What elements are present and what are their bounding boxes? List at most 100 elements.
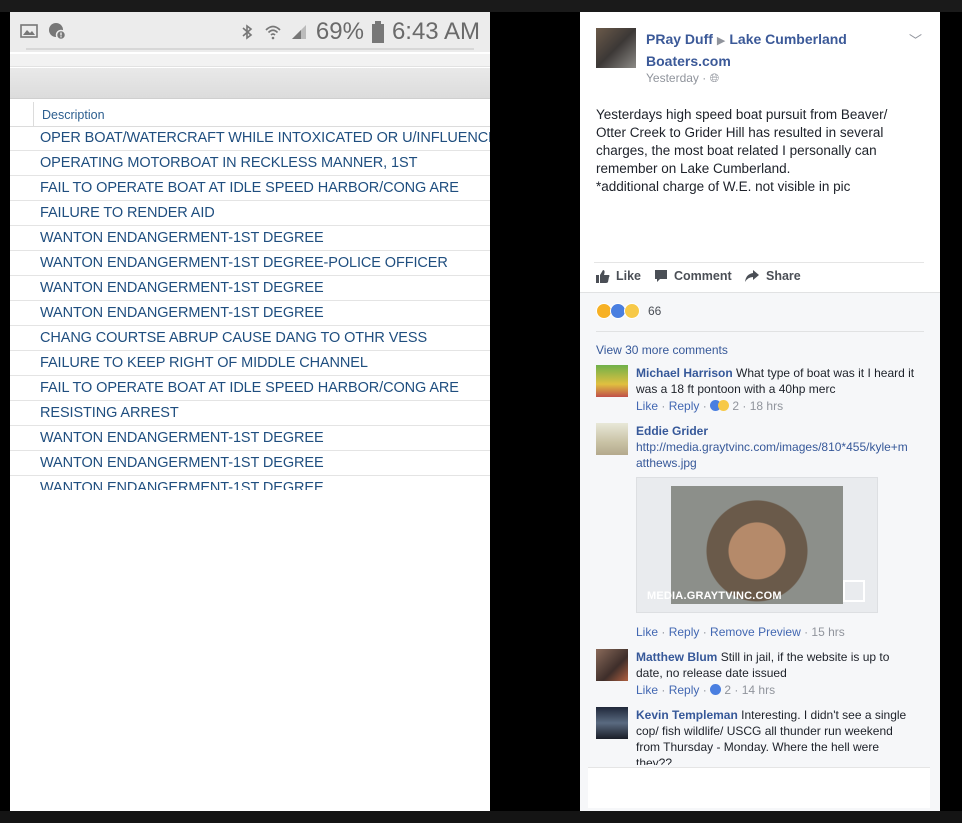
wifi-icon [265, 25, 281, 40]
post-timestamp: Yesterday · 🌐︎ [646, 71, 719, 86]
table-row[interactable]: CHANG COURTSE ABRUP CAUSE DANG TO OTHR V… [10, 326, 490, 351]
table-row[interactable]: WANTON ENDANGERMENT-1ST DEGREE [10, 476, 490, 490]
link-preview-caption: MEDIA.GRAYTVINC.COM [647, 590, 782, 602]
author-name[interactable]: PRay Duff [646, 31, 713, 47]
battery-icon [371, 21, 384, 43]
chevron-down-icon[interactable]: ﹀ [909, 30, 922, 49]
table-row[interactable]: FAIL TO OPERATE BOAT AT IDLE SPEED HARBO… [10, 376, 490, 401]
charge-description: FAILURE TO RENDER AID [40, 205, 215, 221]
view-more-comments-link[interactable]: View 30 more comments [596, 343, 728, 357]
comment-meta: Like · Reply · 2 · 14 hrs [636, 683, 776, 697]
commenter-avatar[interactable] [596, 365, 628, 397]
post-text-line: *additional charge of W.E. not visible i… [596, 179, 851, 194]
table-row[interactable]: OPER BOAT/WATERCRAFT WHILE INTOXICATED O… [10, 126, 490, 151]
comment-reaction-count[interactable]: 2 [732, 399, 739, 413]
post-text-line: charges, the most boat related I persona… [596, 143, 877, 158]
comment-like-link[interactable]: Like [636, 625, 658, 639]
open-link-icon[interactable] [843, 580, 865, 602]
share-label: Share [766, 269, 801, 283]
phone-screenshot: 69% 6:43 AM Description OPER BOAT/WATERC… [10, 12, 490, 812]
author-avatar[interactable] [596, 28, 636, 68]
post-text: Yesterdays high speed boat pursuit from … [596, 106, 914, 196]
commenter-name[interactable]: Eddie Grider [636, 423, 916, 439]
status-progress-line [26, 48, 474, 50]
charge-description: WANTON ENDANGERMENT-1ST DEGREE [40, 280, 324, 296]
charges-table: OPER BOAT/WATERCRAFT WHILE INTOXICATED O… [10, 126, 490, 490]
charge-description: CHANG COURTSE ABRUP CAUSE DANG TO OTHR V… [40, 330, 428, 346]
comment-label: Comment [674, 269, 732, 283]
table-row[interactable]: FAILURE TO KEEP RIGHT OF MIDDLE CHANNEL [10, 351, 490, 376]
comment-like-link[interactable]: Like [636, 399, 658, 413]
table-row[interactable]: WANTON ENDANGERMENT-1ST DEGREE-POLICE OF… [10, 251, 490, 276]
commenter-name[interactable]: Kevin Templeman [636, 708, 738, 722]
signal-icon [291, 25, 306, 39]
post-text-line: Otter Creek to Grider Hill has resulted … [596, 125, 884, 140]
table-row[interactable]: OPERATING MOTORBOAT IN RECKLESS MANNER, … [10, 151, 490, 176]
like-button[interactable]: Like [596, 269, 641, 283]
mugshot-image [671, 486, 843, 604]
column-header-description[interactable]: Description [33, 102, 105, 126]
comment-body: Kevin Templeman Interesting. I didn't se… [636, 707, 916, 765]
table-row[interactable]: FAILURE TO RENDER AID [10, 201, 490, 226]
post-time[interactable]: Yesterday · [646, 71, 706, 85]
table-row[interactable]: WANTON ENDANGERMENT-1ST DEGREE [10, 226, 490, 251]
table-row[interactable]: WANTON ENDANGERMENT-1ST DEGREE [10, 426, 490, 451]
comment-link-line[interactable]: atthews.jpg [636, 455, 916, 471]
comment-reply-link[interactable]: Reply [669, 399, 700, 413]
group-name-part2[interactable]: Boaters.com [646, 53, 731, 69]
charge-description: FAILURE TO KEEP RIGHT OF MIDDLE CHANNEL [40, 355, 368, 371]
thumbs-up-icon [596, 270, 610, 283]
table-row[interactable]: WANTON ENDANGERMENT-1ST DEGREE [10, 301, 490, 326]
status-bar: 69% 6:43 AM [10, 12, 490, 52]
comment-time[interactable]: 14 hrs [742, 683, 775, 697]
comment-item: Kevin Templeman Interesting. I didn't se… [596, 707, 926, 765]
charge-description: RESISTING ARREST [40, 405, 179, 421]
comment-time[interactable]: 15 hrs [811, 625, 844, 639]
commenter-avatar[interactable] [596, 649, 628, 681]
toolbar-band [10, 54, 490, 67]
post-text-line: remember on Lake Cumberland. [596, 161, 791, 176]
comment-like-link[interactable]: Like [636, 683, 658, 697]
table-body: OPER BOAT/WATERCRAFT WHILE INTOXICATED O… [10, 126, 490, 490]
group-name-part1[interactable]: Lake Cumberland [729, 31, 846, 47]
toolbar-band-2 [10, 68, 490, 99]
charge-description: WANTON ENDANGERMENT-1ST DEGREE [40, 305, 324, 321]
reply-input-box[interactable] [588, 767, 930, 808]
charge-description: WANTON ENDANGERMENT-1ST DEGREE-POLICE OF… [40, 255, 448, 271]
comment-meta: Like · Reply · Remove Preview · 15 hrs [636, 625, 845, 639]
post-text-line: Yesterdays high speed boat pursuit from … [596, 107, 888, 122]
location-alert-icon [49, 23, 66, 40]
comment-reply-link[interactable]: Reply [669, 683, 700, 697]
table-row[interactable]: WANTON ENDANGERMENT-1ST DEGREE [10, 276, 490, 301]
charge-description: OPER BOAT/WATERCRAFT WHILE INTOXICATED O… [40, 130, 490, 146]
like-label: Like [616, 269, 642, 283]
commenter-avatar[interactable] [596, 423, 628, 455]
charge-description: WANTON ENDANGERMENT-1ST DEGREE [40, 430, 324, 446]
reactions-summary[interactable]: 66 [596, 303, 661, 319]
haha-reaction-icon [624, 303, 640, 319]
share-icon [745, 270, 759, 282]
top-background-strip [0, 0, 962, 12]
battery-percent: 69% [315, 18, 364, 45]
charge-description: WANTON ENDANGERMENT-1ST DEGREE [40, 230, 324, 246]
charge-description: FAIL TO OPERATE BOAT AT IDLE SPEED HARBO… [40, 380, 459, 396]
share-button[interactable]: Share [744, 269, 801, 283]
commenter-name[interactable]: Michael Harrison [636, 366, 733, 380]
remove-preview-link[interactable]: Remove Preview [710, 625, 801, 639]
commenter-avatar[interactable] [596, 707, 628, 739]
commenter-name[interactable]: Matthew Blum [636, 650, 717, 664]
divider [596, 331, 924, 332]
table-row[interactable]: WANTON ENDANGERMENT-1ST DEGREE [10, 451, 490, 476]
comment-time[interactable]: 18 hrs [750, 399, 783, 413]
link-preview[interactable]: MEDIA.GRAYTVINC.COM [636, 477, 878, 613]
gallery-icon [20, 24, 38, 38]
comment-link-line[interactable]: http://media.graytvinc.com/images/810*45… [636, 439, 916, 455]
table-row[interactable]: RESISTING ARREST [10, 401, 490, 426]
comment-reaction-count[interactable]: 2 [724, 683, 731, 697]
bluetooth-icon [242, 24, 253, 40]
charge-description: OPERATING MOTORBOAT IN RECKLESS MANNER, … [40, 155, 418, 171]
comment-reply-link[interactable]: Reply [669, 625, 700, 639]
table-row[interactable]: FAIL TO OPERATE BOAT AT IDLE SPEED HARBO… [10, 176, 490, 201]
comment-reactions-icon [710, 684, 722, 695]
comment-button[interactable]: Comment [654, 269, 732, 283]
